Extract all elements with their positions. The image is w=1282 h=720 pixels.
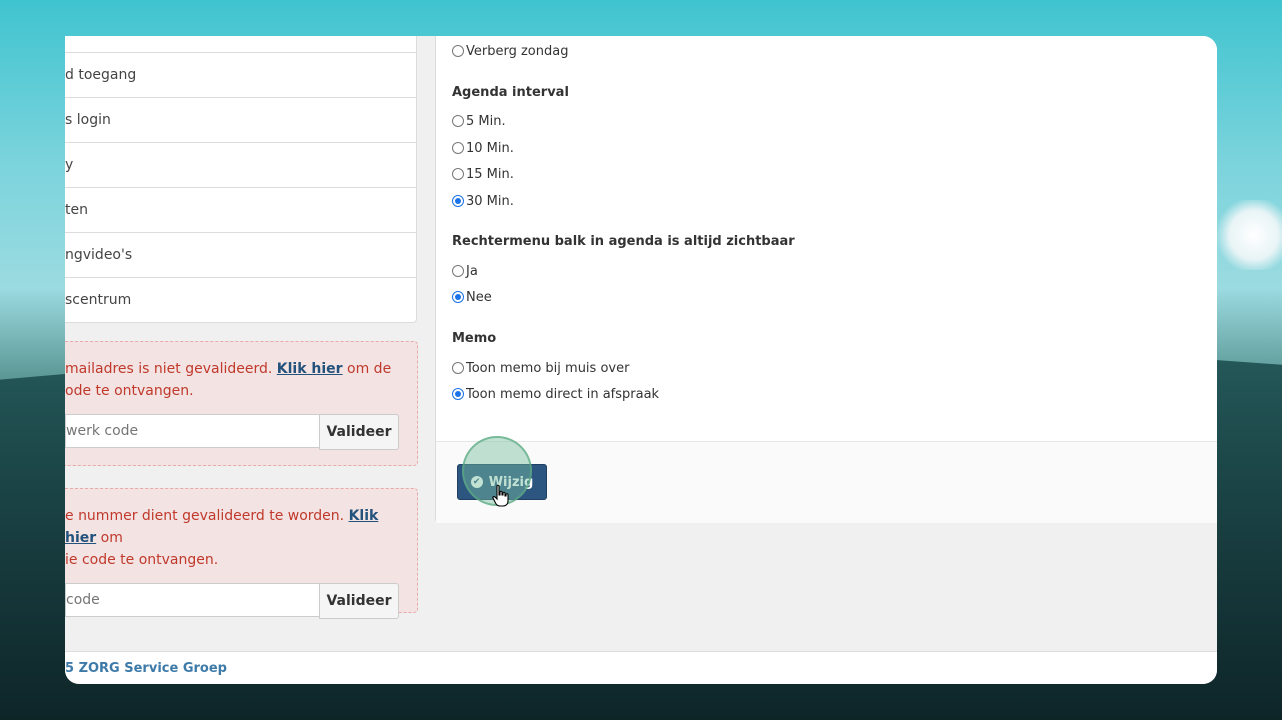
panel-footer xyxy=(436,441,1217,523)
left-column: d toegang s login y ten ngvideo's scentr… xyxy=(65,36,418,619)
email-validation-row: Valideer xyxy=(65,414,417,450)
menu-item-ten[interactable]: ten xyxy=(65,188,416,233)
radio-interval-5[interactable] xyxy=(452,115,464,127)
interval-heading: Agenda interval xyxy=(452,85,569,100)
phone-alert-text-before: e nummer dient gevalideerd te worden. xyxy=(65,508,349,524)
option-memo-hover-label: Toon memo bij muis over xyxy=(466,360,630,376)
menu-item-videos[interactable]: ngvideo's xyxy=(65,233,416,278)
background-cloud xyxy=(1212,200,1282,270)
radio-right-menu-ja[interactable] xyxy=(452,265,464,277)
option-interval-5-label: 5 Min. xyxy=(466,113,506,129)
radio-hide-sunday[interactable] xyxy=(452,45,464,57)
check-circle-icon: ✔ xyxy=(470,476,483,488)
option-interval-15-label: 15 Min. xyxy=(466,166,514,182)
radio-right-menu-nee[interactable] xyxy=(452,291,464,303)
right-menu-heading: Rechtermenu balk in agenda is altijd zic… xyxy=(452,234,795,249)
option-memo-direct-label: Toon memo direct in afspraak xyxy=(466,386,660,402)
footer-text: 5 ZORG Service Groep xyxy=(65,661,227,676)
option-memo-hover[interactable]: Toon memo bij muis over xyxy=(452,358,629,378)
email-alert-line2: ode te ontvangen. xyxy=(65,383,194,399)
option-hide-sunday[interactable]: Verberg zondag xyxy=(452,41,568,61)
menu-top-strip xyxy=(65,36,416,53)
phone-validation-alert: e nummer dient gevalideerd te worden. Kl… xyxy=(65,488,418,619)
phone-validate-button[interactable]: Valideer xyxy=(319,583,399,619)
radio-interval-30[interactable] xyxy=(452,195,464,207)
settings-menu: d toegang s login y ten ngvideo's scentr… xyxy=(65,36,417,323)
option-right-menu-ja[interactable]: Ja xyxy=(452,261,478,281)
radio-interval-10[interactable] xyxy=(452,142,464,154)
email-alert-text: mailadres is niet gevalideerd. Klik hier… xyxy=(65,342,417,402)
email-alert-text-before: mailadres is niet gevalideerd. xyxy=(65,361,277,377)
phone-alert-line2: ie code te ontvangen. xyxy=(65,552,219,568)
option-interval-10[interactable]: 10 Min. xyxy=(452,138,514,158)
agenda-settings-panel: Verberg zondag Agenda interval 5 Min. 10… xyxy=(435,36,1217,523)
phone-validation-row: Valideer xyxy=(65,583,417,619)
radio-interval-15[interactable] xyxy=(452,168,464,180)
option-hide-sunday-label: Verberg zondag xyxy=(466,43,569,59)
menu-item-privacy[interactable]: y xyxy=(65,143,416,188)
radio-memo-hover[interactable] xyxy=(452,362,464,374)
email-alert-text-after: om de xyxy=(342,361,392,377)
menu-item-login[interactable]: s login xyxy=(65,98,416,143)
email-validation-alert: mailadres is niet gevalideerd. Klik hier… xyxy=(65,341,418,466)
hand-cursor-icon xyxy=(492,484,509,507)
option-interval-30-label: 30 Min. xyxy=(466,193,514,209)
phone-alert-text-after: om xyxy=(96,530,123,546)
option-interval-30[interactable]: 30 Min. xyxy=(452,191,514,211)
email-klik-hier-link[interactable]: Klik hier xyxy=(277,361,343,377)
radio-memo-direct[interactable] xyxy=(452,388,464,400)
phone-alert-text: e nummer dient gevalideerd te worden. Kl… xyxy=(65,489,417,571)
option-right-menu-nee[interactable]: Nee xyxy=(452,287,492,307)
memo-heading: Memo xyxy=(452,331,497,346)
phone-code-input[interactable] xyxy=(65,583,319,617)
menu-item-toegang[interactable]: d toegang xyxy=(65,53,416,98)
email-code-input[interactable] xyxy=(65,414,319,448)
option-right-menu-nee-label: Nee xyxy=(466,289,492,305)
app-window: d toegang s login y ten ngvideo's scentr… xyxy=(65,36,1217,684)
option-interval-10-label: 10 Min. xyxy=(466,140,514,156)
menu-item-centrum[interactable]: scentrum xyxy=(65,278,416,322)
option-right-menu-ja-label: Ja xyxy=(466,263,478,279)
email-validate-button[interactable]: Valideer xyxy=(319,414,399,450)
option-interval-15[interactable]: 15 Min. xyxy=(452,164,514,184)
option-memo-direct[interactable]: Toon memo direct in afspraak xyxy=(452,384,659,404)
page-footer: 5 ZORG Service Groep xyxy=(65,651,1217,684)
option-interval-5[interactable]: 5 Min. xyxy=(452,111,506,131)
